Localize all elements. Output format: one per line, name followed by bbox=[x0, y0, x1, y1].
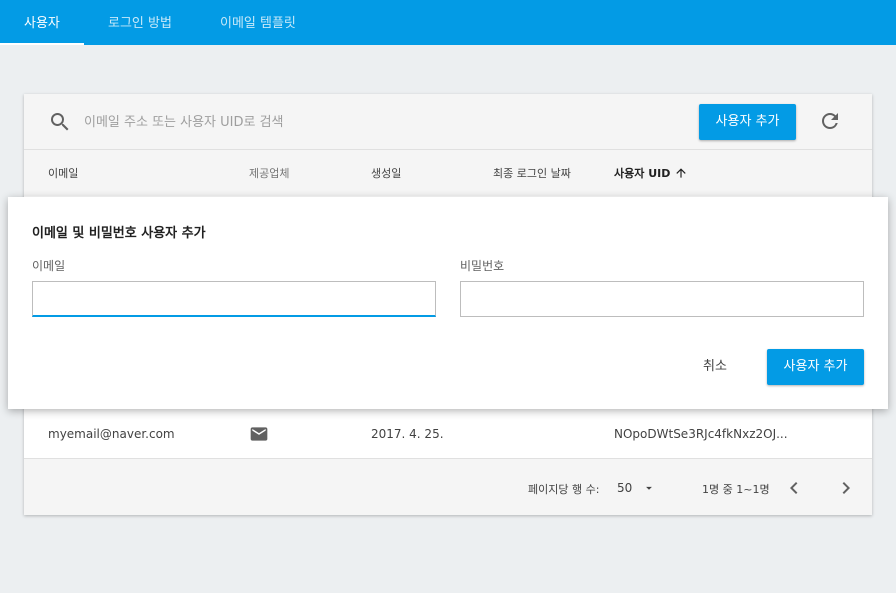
email-field[interactable] bbox=[32, 281, 436, 317]
rows-per-page-value: 50 bbox=[617, 481, 633, 495]
cancel-button[interactable]: 취소 bbox=[688, 349, 742, 385]
row-email: myemail@naver.com bbox=[48, 427, 175, 441]
row-provider bbox=[249, 410, 269, 458]
table-row[interactable]: myemail@naver.com 2017. 4. 25. NOpoDWtSe… bbox=[24, 410, 872, 458]
dialog-title: 이메일 및 비밀번호 사용자 추가 bbox=[32, 226, 206, 241]
header-email[interactable]: 이메일 bbox=[48, 150, 78, 196]
add-user-dialog: 이메일 및 비밀번호 사용자 추가 이메일 비밀번호 취소 사용자 추가 bbox=[8, 197, 888, 409]
rows-per-page-label: 페이지당 행 수: bbox=[528, 483, 600, 496]
search-icon bbox=[51, 113, 69, 131]
header-user-uid-label: 사용자 UID bbox=[614, 167, 671, 180]
tab-sign-in-method-label: 로그인 방법 bbox=[108, 16, 172, 31]
password-label: 비밀번호 bbox=[460, 259, 505, 273]
header-last-login[interactable]: 최종 로그인 날짜 bbox=[493, 150, 573, 196]
dropdown-arrow-icon bbox=[646, 486, 653, 490]
chevron-right-icon[interactable] bbox=[834, 476, 858, 500]
tab-email-templates-label: 이메일 템플릿 bbox=[220, 16, 296, 31]
header-user-uid[interactable]: 사용자 UID bbox=[614, 150, 688, 196]
users-toolbar: 사용자 추가 bbox=[24, 94, 872, 150]
arrow-up-icon bbox=[676, 168, 687, 178]
chevron-left-icon[interactable] bbox=[782, 476, 806, 500]
header-provider: 제공업체 bbox=[249, 167, 290, 180]
search-input[interactable] bbox=[84, 110, 644, 134]
top-tab-bar: 사용자 로그인 방법 이메일 템플릿 bbox=[0, 0, 896, 45]
header-created[interactable]: 생성일 bbox=[371, 150, 401, 196]
tab-users-label: 사용자 bbox=[24, 16, 60, 31]
table-footer: 페이지당 행 수: 50 1명 중 1~1명 bbox=[24, 458, 872, 515]
refresh-icon[interactable] bbox=[818, 109, 842, 133]
submit-add-user-button[interactable]: 사용자 추가 bbox=[767, 349, 864, 385]
add-user-button[interactable]: 사용자 추가 bbox=[699, 104, 796, 140]
tab-users[interactable]: 사용자 bbox=[0, 0, 84, 45]
rows-per-page-select[interactable]: 50 bbox=[617, 479, 656, 497]
pagination-range: 1명 중 1~1명 bbox=[702, 483, 770, 496]
row-uid: NOpoDWtSe3RJc4fkNxz2OJ... bbox=[614, 427, 788, 441]
active-tab-indicator bbox=[0, 43, 84, 45]
password-field[interactable] bbox=[460, 281, 864, 317]
row-created: 2017. 4. 25. bbox=[371, 427, 444, 441]
table-header-row: 이메일 제공업체 생성일 최종 로그인 날짜 사용자 UID bbox=[24, 150, 872, 196]
tab-sign-in-method[interactable]: 로그인 방법 bbox=[84, 0, 196, 45]
tab-email-templates[interactable]: 이메일 템플릿 bbox=[196, 0, 320, 45]
email-label: 이메일 bbox=[32, 259, 66, 273]
mail-icon bbox=[250, 427, 268, 441]
